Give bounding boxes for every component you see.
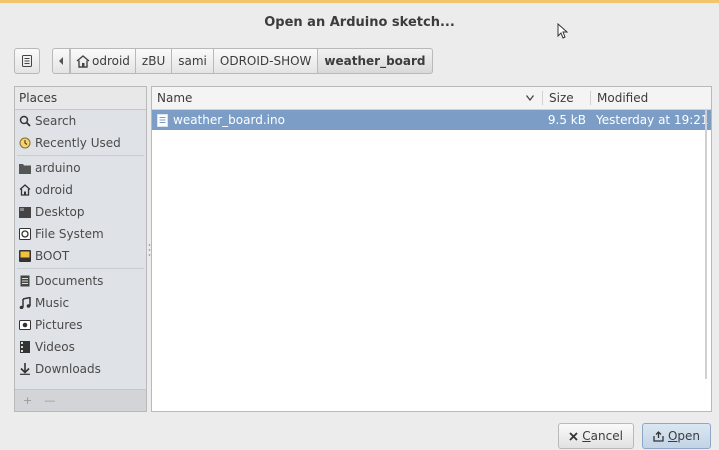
- usb-drive-icon: [19, 250, 31, 262]
- file-name: weather_board.ino: [173, 113, 285, 127]
- open-button[interactable]: Open: [641, 423, 711, 449]
- path-scroll-left-button[interactable]: [52, 48, 70, 74]
- home-icon: [19, 184, 31, 196]
- path-segment-odroid[interactable]: odroid: [70, 48, 136, 74]
- drive-icon: [19, 228, 31, 240]
- sidebar-item-search[interactable]: Search: [15, 110, 146, 132]
- sidebar-item-boot[interactable]: BOOT: [15, 245, 146, 267]
- sidebar-item-downloads[interactable]: Downloads: [15, 358, 146, 380]
- sidebar-item-label: Recently Used: [35, 136, 121, 150]
- sidebar-item-label: odroid: [35, 183, 73, 197]
- music-icon: [19, 297, 31, 309]
- file-chooser-dialog: Open an Arduino sketch... odroid zBU sam…: [0, 0, 719, 450]
- file-modified: Yesterday at 19:21: [596, 113, 709, 127]
- documents-icon: [19, 275, 31, 287]
- downloads-icon: [19, 363, 31, 375]
- file-list-header: Name Size Modified: [152, 87, 711, 110]
- column-header-modified[interactable]: Modified: [590, 91, 711, 105]
- remove-bookmark-button[interactable]: —: [44, 394, 55, 407]
- folder-icon: [19, 162, 31, 174]
- path-segment-label: sami: [178, 54, 207, 68]
- path-segment-odroid-show[interactable]: ODROID-SHOW: [213, 48, 319, 74]
- videos-icon: [19, 341, 31, 353]
- column-header-label: Name: [157, 91, 193, 105]
- sidebar-item-label: File System: [35, 227, 104, 241]
- close-icon: [569, 431, 578, 441]
- places-header: Places: [15, 87, 146, 110]
- desktop-icon: [19, 206, 31, 218]
- sidebar-separator: [17, 268, 144, 269]
- sidebar-item-odroid[interactable]: odroid: [15, 179, 146, 201]
- sidebar-item-label: Videos: [35, 340, 75, 354]
- add-bookmark-button[interactable]: +: [23, 394, 32, 407]
- sidebar-item-music[interactable]: Music: [15, 292, 146, 314]
- search-icon: [19, 115, 31, 127]
- dialog-title: Open an Arduino sketch...: [264, 14, 455, 30]
- sidebar-item-label: Pictures: [35, 318, 83, 332]
- sidebar-item-pictures[interactable]: Pictures: [15, 314, 146, 336]
- cancel-label: ancel: [590, 429, 623, 443]
- recent-icon: [19, 137, 31, 149]
- sidebar-item-documents[interactable]: Documents: [15, 270, 146, 292]
- sort-descending-icon: [526, 95, 534, 101]
- path-segment-label: ODROID-SHOW: [219, 54, 312, 68]
- open-mnemonic: O: [667, 429, 678, 443]
- column-header-size[interactable]: Size: [542, 91, 590, 105]
- file-row[interactable]: weather_board.ino 9.5 kB Yesterday at 19…: [152, 110, 711, 130]
- dialog-buttons: Cancel Open: [550, 423, 711, 449]
- mouse-cursor-icon: [557, 23, 569, 39]
- sidebar-item-label: BOOT: [35, 249, 70, 263]
- home-icon: [76, 54, 90, 68]
- sidebar-item-label: Search: [35, 114, 77, 128]
- path-segment-label: odroid: [92, 54, 130, 68]
- chevron-left-icon: [59, 57, 63, 65]
- places-footer: + —: [15, 389, 146, 411]
- sidebar-item-label: Downloads: [35, 362, 101, 376]
- path-segment-label: weather_board: [324, 54, 426, 68]
- vertical-scrollbar[interactable]: [703, 109, 709, 379]
- path-segment-zbu[interactable]: zBU: [135, 48, 173, 74]
- open-icon: [653, 430, 664, 442]
- sidebar-separator: [17, 155, 144, 156]
- sidebar-item-label: Desktop: [35, 205, 85, 219]
- path-segment-weather-board[interactable]: weather_board: [318, 48, 433, 74]
- sidebar-item-arduino[interactable]: arduino: [15, 157, 146, 179]
- file-size: 9.5 kB: [547, 113, 586, 127]
- sidebar-item-label: Music: [35, 296, 70, 310]
- path-segment-sami[interactable]: sami: [172, 48, 214, 74]
- text-entry-icon: [22, 55, 32, 67]
- sidebar-item-label: arduino: [35, 161, 81, 175]
- column-header-name[interactable]: Name: [152, 91, 542, 105]
- pictures-icon: [19, 319, 31, 331]
- cancel-button[interactable]: Cancel: [558, 423, 634, 449]
- location-toggle-button[interactable]: [14, 48, 40, 74]
- path-segment-label: zBU: [141, 54, 166, 68]
- file-name-cell: weather_board.ino: [152, 113, 542, 127]
- sidebar-item-recently-used[interactable]: Recently Used: [15, 132, 146, 154]
- text-file-icon: [157, 113, 168, 127]
- file-list: Name Size Modified weather_board.ino 9.5…: [151, 86, 712, 412]
- path-bar: odroid zBU sami ODROID-SHOW weather_boar…: [14, 47, 435, 75]
- sidebar-item-videos[interactable]: Videos: [15, 336, 146, 358]
- sidebar-item-file-system[interactable]: File System: [15, 223, 146, 245]
- open-label: pen: [677, 429, 700, 443]
- sidebar-item-desktop[interactable]: Desktop: [15, 201, 146, 223]
- places-sidebar: Places Search Recently Used arduino odro…: [14, 86, 147, 412]
- cancel-mnemonic: C: [582, 429, 591, 443]
- sidebar-item-label: Documents: [35, 274, 104, 288]
